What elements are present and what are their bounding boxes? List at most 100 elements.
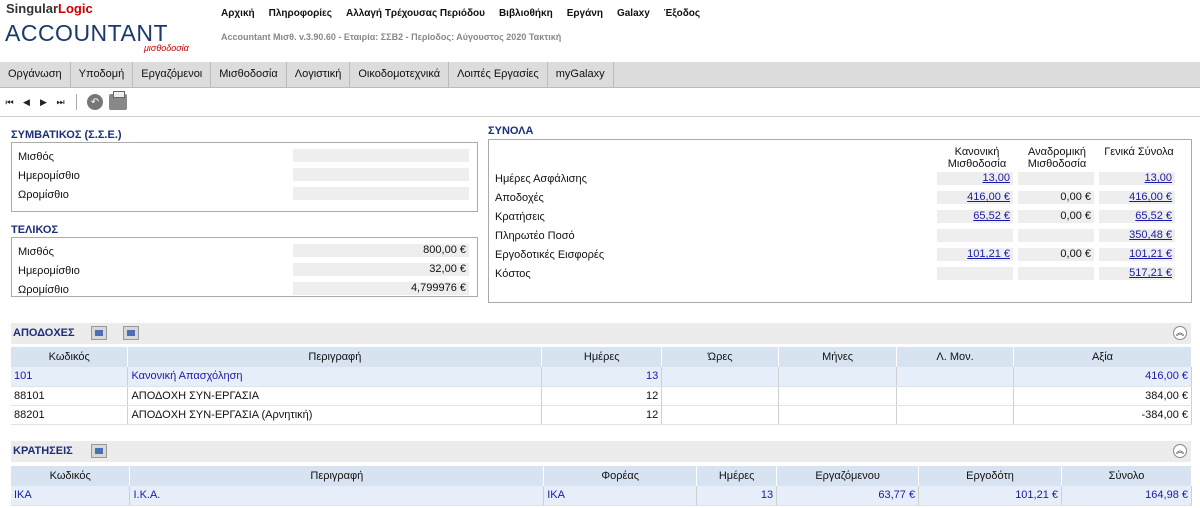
col-ores[interactable]: Ώρες xyxy=(661,347,780,367)
apodoxes-header-bar: ΑΠΟΔΟΧΕΣ ︽ xyxy=(11,323,1191,344)
col-mines[interactable]: Μήνες xyxy=(778,347,898,367)
cell-l-mon xyxy=(896,386,1015,406)
col-axia[interactable]: Αξία xyxy=(1013,347,1192,367)
kratiseis-calc-icon[interactable] xyxy=(91,444,107,458)
brand-top-b: Logic xyxy=(58,1,93,16)
kratiseis-header-bar: ΚΡΑΤΗΣΕΙΣ ︽ xyxy=(11,441,1191,462)
col-imeres[interactable]: Ημέρες xyxy=(541,347,663,367)
synola-apodoxes-genika[interactable]: 416,00 € xyxy=(1099,191,1175,204)
nav-home[interactable]: Αρχική xyxy=(221,8,255,19)
col-imeres[interactable]: Ημέρες xyxy=(696,466,778,486)
kratiseis-table-header: Κωδικός Περιγραφή Φορέας Ημέρες Εργαζόμε… xyxy=(11,466,1192,486)
menu-ergazomenoi[interactable]: Εργαζόμενοι xyxy=(133,62,212,87)
back-icon[interactable]: ↶ xyxy=(87,94,103,110)
first-record-icon[interactable]: ⏮ xyxy=(4,97,15,108)
telikos-misthos-label: Μισθός xyxy=(18,246,54,258)
symvatikos-panel: Μισθός Ημερομίσθιο Ωρομίσθιο xyxy=(11,142,478,212)
cell-mines xyxy=(778,367,898,387)
cell-kodikos: 101 xyxy=(11,367,129,387)
table-row[interactable]: 88201 ΑΠΟΔΟΧΗ ΣΥΝ-ΕΡΓΑΣΙΑ (Αρνητική) 12 … xyxy=(11,405,1192,425)
col-perigrafi[interactable]: Περιγραφή xyxy=(127,347,543,367)
symvatikos-misthos-value xyxy=(293,149,469,162)
nav-ergani[interactable]: Εργάνη xyxy=(567,8,603,19)
telikos-imeromisthio-label: Ημερομίσθιο xyxy=(18,265,80,277)
synola-kratiseis-kanoniki[interactable]: 65,52 € xyxy=(937,210,1013,223)
apodoxes-calc-icon[interactable] xyxy=(123,326,139,340)
next-record-icon[interactable]: ▶ xyxy=(38,97,49,108)
prev-record-icon[interactable]: ◀ xyxy=(21,97,32,108)
cell-imeres: 13 xyxy=(541,367,663,387)
print-icon[interactable] xyxy=(109,91,127,110)
synola-kostos-genika[interactable]: 517,21 € xyxy=(1099,267,1175,280)
menu-oikodomotexnika[interactable]: Οικοδομοτεχνικά xyxy=(350,62,450,87)
apodoxes-table-header: Κωδικός Περιγραφή Ημέρες Ώρες Μήνες Λ. Μ… xyxy=(11,347,1192,367)
col-foreas[interactable]: Φορέας xyxy=(543,466,698,486)
synola-pliroteo-anadromiki xyxy=(1018,229,1094,242)
brand-top-a: Singular xyxy=(6,1,59,16)
synola-kratiseis-genika[interactable]: 65,52 € xyxy=(1099,210,1175,223)
toolbar-divider xyxy=(76,94,77,110)
col-kodikos[interactable]: Κωδικός xyxy=(11,347,129,367)
synola-header-kanoniki: Κανονική Μισθοδοσία xyxy=(947,146,1007,170)
col-synolo[interactable]: Σύνολο xyxy=(1061,466,1192,486)
col-perigrafi[interactable]: Περιγραφή xyxy=(129,466,545,486)
synola-pliroteo-kanoniki xyxy=(937,229,1013,242)
menu-logistiki[interactable]: Λογιστική xyxy=(287,62,351,87)
cell-kodikos: 88101 xyxy=(11,386,129,406)
synola-imeres-anadromiki xyxy=(1018,172,1094,185)
symvatikos-oromisthio-value xyxy=(293,187,469,200)
cell-axia: 384,00 € xyxy=(1013,386,1192,406)
nav-exit[interactable]: Έξοδος xyxy=(664,8,700,19)
synola-label-ergodotikes: Εργοδοτικές Εισφορές xyxy=(495,249,605,261)
synola-imeres-genika[interactable]: 13,00 xyxy=(1099,172,1175,185)
synola-header-anadromiki: Αναδρομική Μισθοδοσία xyxy=(1027,146,1087,170)
menu-ypodomi[interactable]: Υποδομή xyxy=(71,62,134,87)
synola-apodoxes-kanoniki[interactable]: 416,00 € xyxy=(937,191,1013,204)
col-ergodoti[interactable]: Εργοδότη xyxy=(918,466,1063,486)
nav-library[interactable]: Βιβλιοθήκη xyxy=(499,8,553,19)
synola-kostos-kanoniki xyxy=(937,267,1013,280)
synola-ergodotikes-kanoniki[interactable]: 101,21 € xyxy=(937,248,1013,261)
last-record-icon[interactable]: ⏭ xyxy=(55,97,66,108)
table-row[interactable]: 101 Κανονική Απασχόληση 13 416,00 € xyxy=(11,367,1192,387)
nav-galaxy[interactable]: Galaxy xyxy=(617,8,650,19)
cell-l-mon xyxy=(896,405,1015,425)
kratiseis-table: Κωδικός Περιγραφή Φορέας Ημέρες Εργαζόμε… xyxy=(11,466,1192,506)
cell-imeres: 12 xyxy=(541,405,663,425)
table-row[interactable]: 88101 ΑΠΟΔΟΧΗ ΣΥΝ-ΕΡΓΑΣΙΑ 12 384,00 € xyxy=(11,386,1192,406)
nav-change-period[interactable]: Αλλαγή Τρέχουσας Περιόδου xyxy=(346,8,485,19)
cell-perigrafi: Ι.Κ.Α. xyxy=(129,486,545,506)
col-kodikos[interactable]: Κωδικός xyxy=(11,466,131,486)
apodoxes-edit-icon[interactable] xyxy=(91,326,107,340)
synola-ergodotikes-anadromiki: 0,00 € xyxy=(1018,248,1094,261)
cell-ergodoti: 101,21 € xyxy=(918,486,1063,506)
apodoxes-collapse-icon[interactable]: ︽ xyxy=(1173,326,1187,340)
cell-axia: 416,00 € xyxy=(1013,367,1192,387)
symvatikos-imeromisthio-label: Ημερομίσθιο xyxy=(18,170,80,182)
nav-info[interactable]: Πληροφορίες xyxy=(269,8,332,19)
synola-label-kratiseis: Κρατήσεις xyxy=(495,211,545,223)
table-row[interactable]: ΙΚΑ Ι.Κ.Α. ΙΚΑ 13 63,77 € 101,21 € 164,9… xyxy=(11,486,1192,506)
col-ergazomenou[interactable]: Εργαζόμενου xyxy=(776,466,920,486)
col-l-mon[interactable]: Λ. Μον. xyxy=(896,347,1015,367)
synola-pliroteo-genika[interactable]: 350,48 € xyxy=(1099,229,1175,242)
apodoxes-table: Κωδικός Περιγραφή Ημέρες Ώρες Μήνες Λ. Μ… xyxy=(11,347,1192,425)
synola-label-apodoxes: Αποδοχές xyxy=(495,192,544,204)
menu-misthodosia[interactable]: Μισθοδοσία xyxy=(211,62,287,87)
synola-title: ΣΥΝΟΛΑ xyxy=(488,125,534,137)
menu-mygalaxy[interactable]: myGalaxy xyxy=(548,62,614,87)
kratiseis-collapse-icon[interactable]: ︽ xyxy=(1173,444,1187,458)
menu-loipes[interactable]: Λοιπές Εργασίες xyxy=(449,62,548,87)
synola-kratiseis-anadromiki: 0,00 € xyxy=(1018,210,1094,223)
telikos-title: ΤΕΛΙΚΟΣ xyxy=(11,224,59,236)
version-info: Accountant Μισθ. v.3.90.60 - Εταιρία: ΣΣ… xyxy=(221,32,562,42)
cell-mines xyxy=(778,386,898,406)
main-menu: Οργάνωση Υποδομή Εργαζόμενοι Μισθοδοσία … xyxy=(0,62,1200,88)
cell-perigrafi: Κανονική Απασχόληση xyxy=(127,367,543,387)
menu-organosi[interactable]: Οργάνωση xyxy=(0,62,71,87)
synola-imeres-kanoniki[interactable]: 13,00 xyxy=(937,172,1013,185)
synola-ergodotikes-genika[interactable]: 101,21 € xyxy=(1099,248,1175,261)
synola-kostos-anadromiki xyxy=(1018,267,1094,280)
synola-label-pliroteo: Πληρωτέο Ποσό xyxy=(495,230,575,242)
cell-ores xyxy=(661,386,780,406)
